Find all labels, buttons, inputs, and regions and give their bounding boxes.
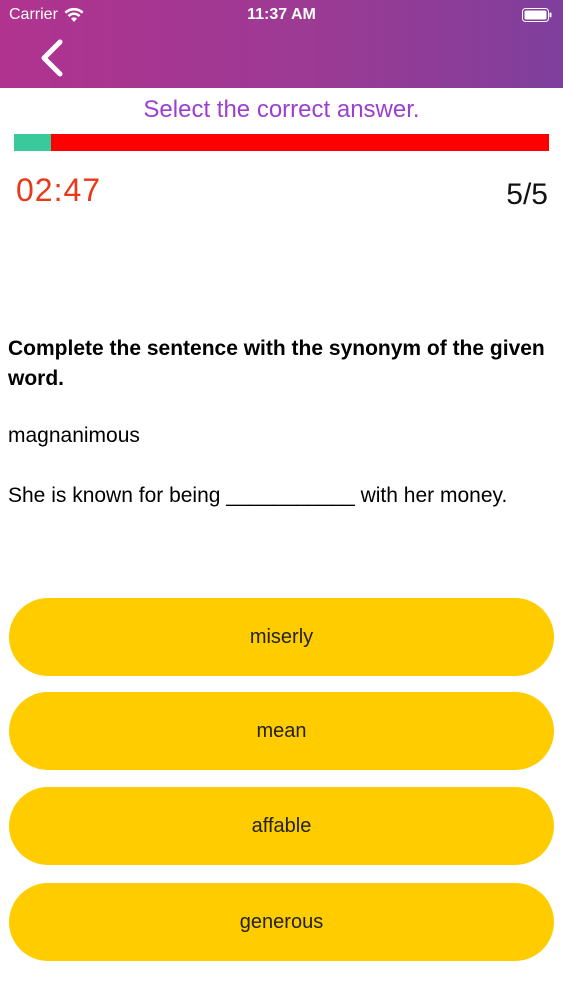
question-counter: 5/5 [506,178,548,211]
answer-option-button[interactable]: miserly [9,598,554,676]
battery-icon [522,8,552,22]
instruction-title: Select the correct answer. [143,96,420,123]
sentence-text: She is known for being ___________ with … [8,484,508,507]
answer-option-button[interactable]: affable [9,787,554,865]
question-text: Complete the sentence with the synonym o… [8,337,545,390]
given-word: magnanimous [8,424,140,447]
progress-fill [14,134,52,151]
answer-option-button[interactable]: generous [9,883,554,961]
status-bar: Carrier 11:37 AM [0,0,563,30]
countdown-timer: 02:47 [16,172,102,208]
header-bar: Carrier 11:37 AM [0,0,563,88]
answer-option-button[interactable]: mean [9,692,554,770]
chevron-left-icon [41,39,63,77]
status-time: 11:37 AM [247,6,316,23]
progress-bar [14,134,549,151]
back-button[interactable] [34,36,70,80]
